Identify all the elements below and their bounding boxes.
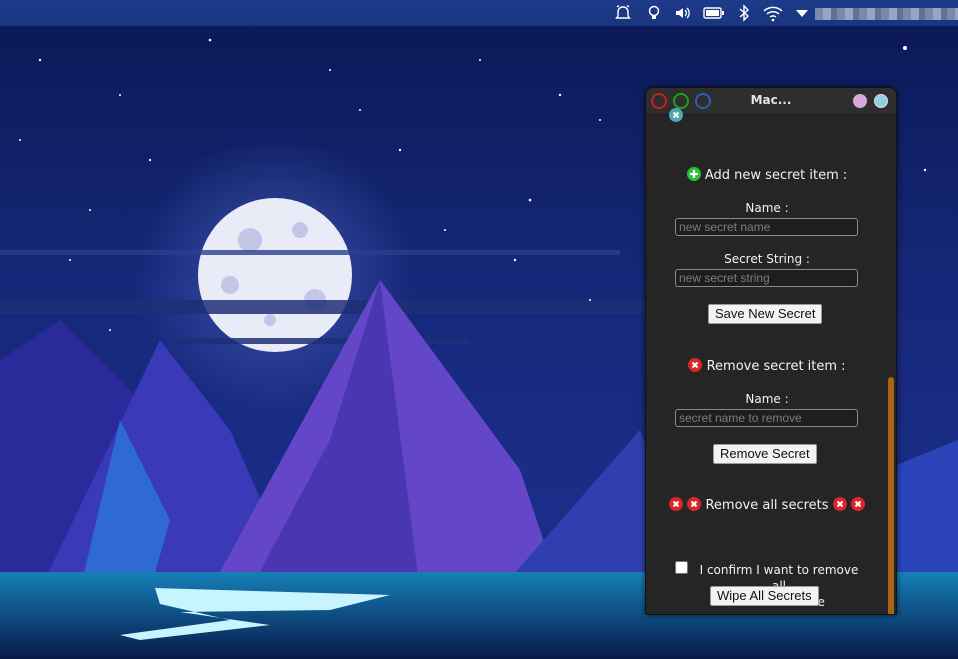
new-secret-string-input[interactable] (675, 269, 858, 287)
remove-icon (850, 497, 865, 511)
add-secret-heading: Add new secret item : (646, 167, 888, 183)
new-secret-name-input[interactable] (675, 218, 858, 236)
remove-name-label: Name : (745, 392, 789, 406)
theme-dot-icon[interactable] (853, 94, 867, 108)
wipe-all-secrets-button[interactable]: Wipe All Secrets (710, 586, 819, 606)
remove-secret-heading: Remove secret item : (646, 358, 888, 374)
secret-string-label: Secret String : (724, 252, 810, 266)
battery-icon[interactable] (703, 4, 725, 22)
remove-icon (669, 497, 684, 511)
alarm-icon[interactable] (614, 4, 632, 22)
secrets-manager-window: Mac... Add new secret item : Name : Secr… (645, 87, 897, 615)
remove-icon (687, 497, 702, 511)
add-icon (686, 167, 701, 181)
close-circle-icon (669, 108, 683, 122)
remove-secret-button[interactable]: Remove Secret (713, 444, 817, 464)
remove-icon (688, 358, 703, 372)
remove-secret-heading-text: Remove secret item : (706, 359, 846, 374)
wifi-icon[interactable] (762, 4, 784, 22)
system-top-bar (0, 0, 958, 26)
user-menu-redacted[interactable] (815, 8, 958, 20)
remove-all-heading-text: Remove all secrets (705, 498, 829, 513)
add-secret-heading-text: Add new secret item : (704, 168, 848, 183)
remove-icon (832, 497, 847, 511)
volume-icon[interactable] (674, 4, 692, 22)
lightbulb-icon[interactable] (645, 4, 663, 22)
settings-dot-icon[interactable] (874, 94, 888, 108)
window-content: Add new secret item : Name : Secret Stri… (646, 108, 896, 614)
remove-secret-name-input[interactable] (675, 409, 858, 427)
bluetooth-icon[interactable] (735, 4, 753, 22)
add-name-label: Name : (745, 201, 789, 215)
confirm-remove-all-checkbox[interactable] (675, 561, 688, 574)
remove-all-heading: Remove all secrets (646, 497, 888, 513)
vertical-scrollbar[interactable] (888, 377, 894, 614)
dropdown-arrow-icon[interactable] (793, 4, 811, 22)
window-titlebar[interactable]: Mac... (646, 88, 896, 115)
save-new-secret-button[interactable]: Save New Secret (708, 304, 823, 324)
